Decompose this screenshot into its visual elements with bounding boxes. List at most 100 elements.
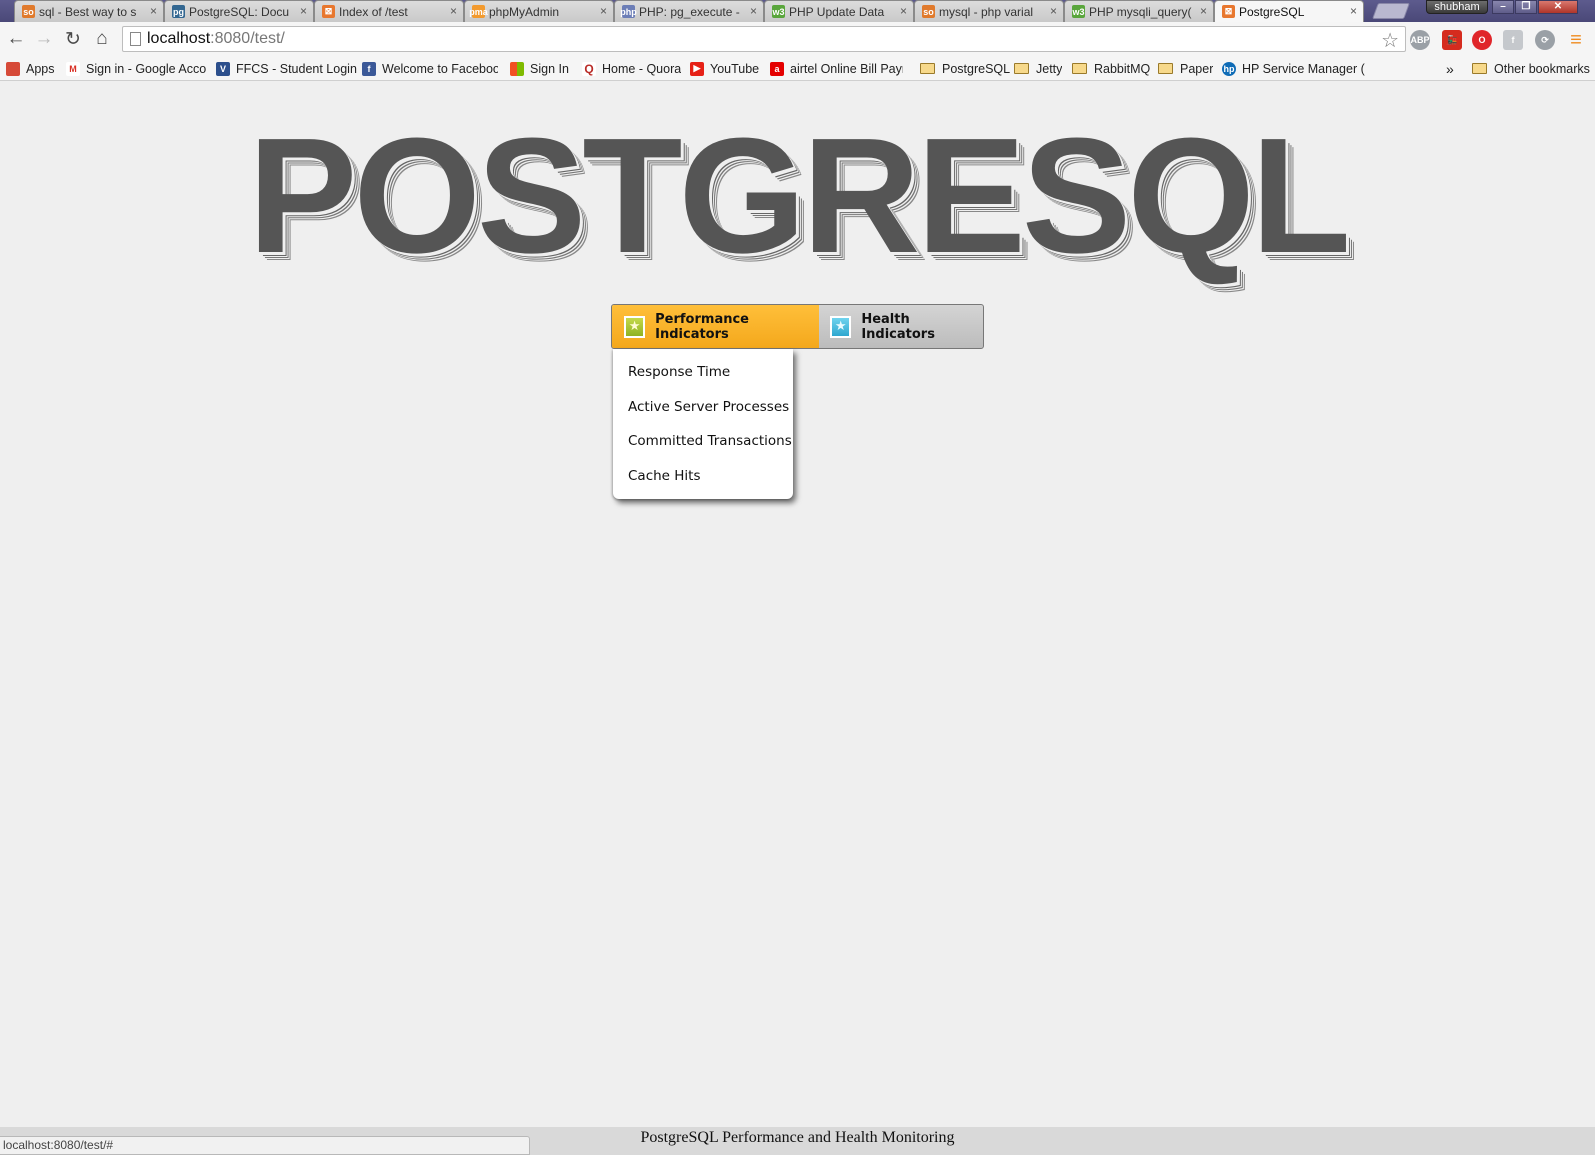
forward-button[interactable]: → [32, 27, 56, 51]
youtube-icon: ▶ [690, 61, 704, 76]
tab-close-icon[interactable]: × [150, 4, 157, 18]
bookmark-label: Sign in - Google Acco [86, 61, 207, 76]
tab-close-icon[interactable]: × [1200, 4, 1207, 18]
quora-icon: Q [582, 61, 596, 76]
bookmark-label: Paper [1180, 61, 1214, 76]
browser-tab[interactable]: pg PostgreSQL: Docu × [164, 0, 314, 22]
bookmark-folder-jetty[interactable]: Jetty [1014, 60, 1062, 77]
browser-tab[interactable]: so sql - Best way to s × [14, 0, 164, 22]
page-content: POSTGRESQL ★ Performance Indicators ★ He… [0, 82, 1595, 1127]
tab-close-icon[interactable]: × [1050, 4, 1057, 18]
phpmyadmin-favicon-icon: pma [469, 5, 488, 18]
bookmark-label: RabbitMQ [1094, 61, 1151, 76]
browser-tabstrip: so sql - Best way to s × pg PostgreSQL: … [0, 0, 1595, 22]
page-title: POSTGRESQL [247, 104, 1351, 287]
bookmark-quora[interactable]: Q Home - Quora [582, 60, 681, 77]
bookmark-airtel[interactable]: a airtel Online Bill Paym [770, 60, 903, 77]
menu-item-cache-hits[interactable]: Cache Hits [613, 459, 793, 494]
browser-tab[interactable]: so mysql - php varial × [914, 0, 1064, 22]
bookmarks-bar: Apps M Sign in - Google Acco V FFCS - St… [0, 56, 1595, 81]
reload-button[interactable]: ↻ [61, 27, 85, 51]
opera-icon[interactable]: O [1472, 30, 1492, 50]
bookmark-label: airtel Online Bill Paym [790, 61, 903, 76]
bookmark-google[interactable]: M Sign in - Google Acco [66, 60, 208, 77]
performance-indicators-label: Performance Indicators [655, 311, 749, 342]
tab-title: PHP mysqli_query( [1089, 4, 1192, 19]
sync-icon[interactable]: ⟳ [1535, 30, 1555, 50]
tab-close-icon[interactable]: × [450, 4, 457, 18]
menu-item-committed-transactions[interactable]: Committed Transactions [613, 424, 793, 459]
bookmark-star-icon[interactable]: ☆ [1381, 28, 1399, 53]
folder-icon [920, 63, 935, 74]
tab-title: phpMyAdmin [489, 4, 560, 19]
bookmark-label: Welcome to Faceboo [382, 61, 498, 76]
bookmark-folder-postgresql[interactable]: PostgreSQL [920, 60, 1010, 77]
apps-grid-icon [6, 61, 20, 76]
bookmark-folder-rabbitmq[interactable]: RabbitMQ [1072, 60, 1150, 77]
profile-badge[interactable]: shubham [1426, 0, 1488, 14]
bookmark-apps[interactable]: Apps [6, 60, 55, 77]
train-icon[interactable]: 🚂 [1442, 30, 1462, 50]
folder-icon [1472, 63, 1487, 74]
w3schools-favicon-icon: w3 [772, 5, 785, 18]
menu-icon[interactable]: ≡ [1566, 29, 1586, 51]
tab-title: PostgreSQL [1239, 4, 1305, 19]
performance-dropdown: Response Time Active Server Processes Co… [613, 349, 793, 499]
bookmark-label: Sign In [530, 61, 569, 76]
tab-title: sql - Best way to s [39, 4, 137, 19]
bookmark-label: Jetty [1036, 61, 1063, 76]
adblock-plus-icon[interactable]: ABP [1410, 30, 1430, 50]
window-close-button[interactable]: ✕ [1538, 0, 1578, 14]
browser-tab[interactable]: pma phpMyAdmin × [464, 0, 614, 22]
tab-close-icon[interactable]: × [300, 4, 307, 18]
tab-close-icon[interactable]: × [900, 4, 907, 18]
bookmark-youtube[interactable]: ▶ YouTube [690, 60, 759, 77]
facebook-icon[interactable]: f [1503, 30, 1523, 50]
health-indicators-label: Health Indicators [861, 311, 935, 342]
star-icon: ★ [624, 315, 646, 338]
vit-icon: V [216, 61, 230, 76]
new-tab-button[interactable] [1372, 3, 1410, 19]
bookmark-other[interactable]: Other bookmarks [1472, 60, 1590, 77]
browser-tab[interactable]: w3 PHP mysqli_query( × [1064, 0, 1214, 22]
home-button[interactable]: ⌂ [90, 27, 114, 51]
xampp-favicon-icon: ⊠ [1222, 5, 1235, 18]
minimize-button[interactable]: – [1492, 0, 1514, 14]
address-path: :8080/test/ [210, 30, 285, 47]
folder-icon [1158, 63, 1173, 74]
restore-button[interactable]: ❐ [1515, 0, 1537, 14]
back-button[interactable]: ← [4, 27, 28, 51]
tab-close-icon[interactable]: × [750, 4, 757, 18]
bookmark-ffcs[interactable]: V FFCS - Student Login [216, 60, 357, 77]
menu-item-response-time[interactable]: Response Time [613, 355, 793, 390]
browser-tab[interactable]: php PHP: pg_execute - × [614, 0, 764, 22]
bookmark-signin[interactable]: Sign In [510, 60, 569, 77]
performance-indicators-tab[interactable]: ★ Performance Indicators [612, 305, 819, 348]
bookmark-label: YouTube [710, 61, 760, 76]
browser-tab[interactable]: ⊠ Index of /test × [314, 0, 464, 22]
airtel-icon: a [770, 61, 784, 76]
bookmark-label: Apps [26, 61, 55, 76]
tab-close-icon[interactable]: × [1350, 4, 1357, 18]
browser-tab-active[interactable]: ⊠ PostgreSQL × [1214, 0, 1364, 22]
bookmark-facebook[interactable]: f Welcome to Faceboo [362, 60, 498, 77]
stackoverflow-favicon-icon: so [22, 5, 35, 18]
tab-close-icon[interactable]: × [600, 4, 607, 18]
php-favicon-icon: php [620, 5, 637, 18]
address-bar[interactable]: localhost:8080/test/ ☆ [122, 26, 1406, 52]
bookmark-label: FFCS - Student Login [236, 61, 357, 76]
gmail-icon: M [66, 61, 80, 76]
browser-tab[interactable]: w3 PHP Update Data × [764, 0, 914, 22]
bookmark-folder-paper[interactable]: Paper [1158, 60, 1213, 77]
bookmark-hp[interactable]: hp HP Service Manager ( [1222, 60, 1370, 77]
w3schools-favicon-icon: w3 [1072, 5, 1085, 18]
bookmarks-overflow-button[interactable]: » [1446, 60, 1454, 77]
hp-icon: hp [1222, 61, 1236, 76]
bookmark-label: HP Service Manager ( [1242, 61, 1365, 76]
bookmark-label: Home - Quora [602, 61, 682, 76]
tab-title: Index of /test [339, 4, 408, 19]
health-indicators-tab[interactable]: ★ Health Indicators [819, 305, 983, 348]
address-host: localhost [147, 30, 211, 47]
tab-title: PostgreSQL: Docu [189, 4, 290, 19]
menu-item-active-server-processes[interactable]: Active Server Processes [613, 390, 793, 425]
